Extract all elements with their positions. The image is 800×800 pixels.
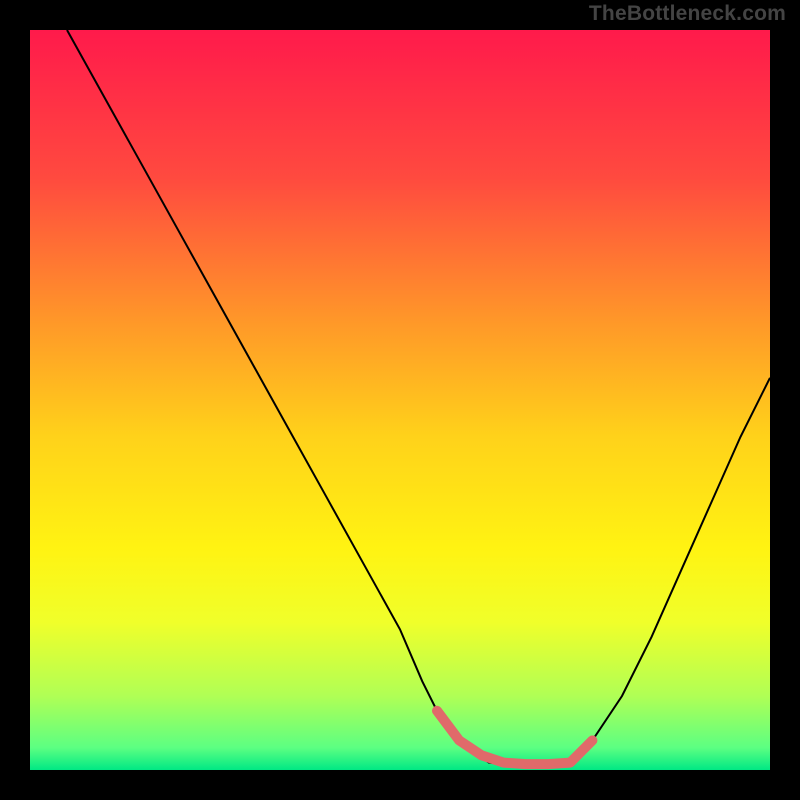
chart-container: [0, 0, 800, 800]
chart-svg: [0, 0, 800, 800]
watermark-text: TheBottleneck.com: [589, 2, 786, 26]
plot-background: [30, 30, 770, 770]
